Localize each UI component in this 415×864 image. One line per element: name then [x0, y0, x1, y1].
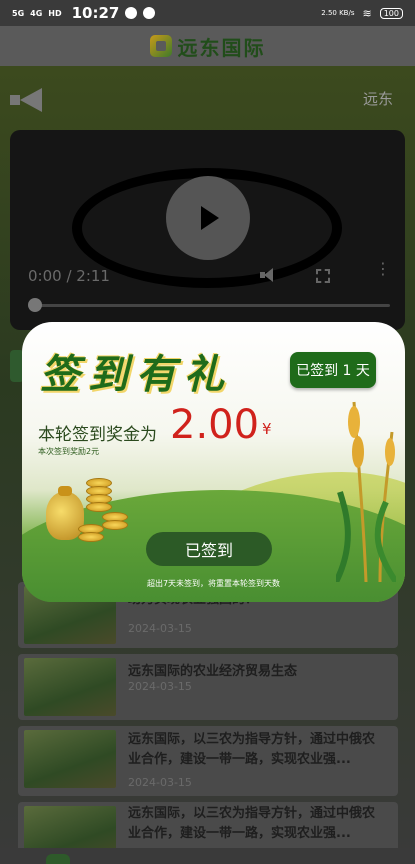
fullscreen-icon[interactable] [316, 269, 330, 283]
article-title: 远东国际，以三农为指导方针，通过中俄农业合作，建设一带一路，实现农业强... [128, 732, 376, 767]
speaker-icon [10, 88, 44, 112]
wifi-icon: ≋ [362, 6, 372, 20]
currency-symbol: ¥ [262, 420, 272, 438]
signal-5g: 5G [12, 8, 25, 18]
checkin-days-badge: 已签到 1 天 [290, 352, 376, 388]
article-date: 2024-03-15 [128, 680, 192, 693]
coin-icon [86, 502, 112, 512]
money-bag-icon [46, 486, 84, 540]
reward-amount-label: 本轮签到奖金为 [38, 425, 157, 445]
more-options-icon[interactable]: ⋮ [375, 261, 391, 277]
status-bar: 5G 4G HD 10:27 2.50 KB/s ≋ 100 [0, 0, 415, 26]
clock: 10:27 [71, 4, 120, 22]
video-player[interactable]: 0:00 / 2:11 ⋮ [10, 130, 405, 330]
reward-amount: 2.00 [170, 402, 260, 448]
network-speed: 2.50 KB/s [321, 9, 355, 17]
article-title: 远东国际的农业经济贸易生态 [128, 664, 298, 679]
hd-indicator: HD [48, 8, 62, 18]
article-thumbnail [24, 730, 116, 788]
list-item[interactable]: 远东国际，以三农为指导方针，通过中俄农业合作，建设一带一路，实现农业强... 2… [18, 726, 398, 796]
play-button[interactable] [166, 176, 250, 260]
app-logo-icon [149, 35, 172, 57]
volume-icon[interactable] [260, 268, 276, 282]
article-date: 2024-03-15 [128, 622, 192, 635]
coin-icon [78, 532, 104, 542]
coin-icon [102, 520, 128, 530]
coin-bag-illustration [42, 472, 132, 552]
popup-heading: 签到有礼 [40, 351, 232, 398]
announcement-text: 远东 [363, 90, 394, 108]
checkin-reward-popup: 签到有礼 已签到 1 天 本轮签到奖金为 2.00 ¥ 本次签到奖励2元 已签到… [22, 322, 405, 602]
video-time: 0:00 / 2:11 [28, 267, 110, 285]
checked-in-button[interactable]: 已签到 [146, 532, 272, 566]
app-notification-icon [143, 7, 156, 19]
article-thumbnail [24, 658, 116, 716]
app-header: 远东国际 [0, 26, 415, 66]
reset-rule-note: 超出7天未签到，将重置本轮签到天数 [146, 579, 281, 588]
video-progress-track[interactable] [30, 304, 390, 307]
battery-indicator: 100 [379, 7, 403, 19]
play-icon [201, 206, 219, 230]
app-title: 远东国际 [177, 35, 266, 60]
wheat-illustration [336, 401, 396, 582]
signal-4g: 4G [30, 8, 43, 18]
article-list: 助力实现农业强国的？ 2024-03-15 远东国际的农业经济贸易生态 2024… [18, 582, 398, 864]
article-title: 远东国际，以三农为指导方针，通过中俄农业合作，建设一带一路，实现农业强... [128, 806, 376, 841]
check-circle-icon [125, 7, 138, 19]
announcement-bar[interactable]: 远东 [0, 82, 415, 122]
reward-sub-note: 本次签到奖励2元 [38, 447, 100, 456]
bottom-tab-bar [0, 848, 415, 864]
article-date: 2024-03-15 [128, 776, 192, 789]
list-item[interactable]: 远东国际的农业经济贸易生态 2024-03-15 [18, 654, 398, 720]
tab-home[interactable] [46, 854, 70, 864]
video-progress-knob[interactable] [28, 298, 42, 312]
